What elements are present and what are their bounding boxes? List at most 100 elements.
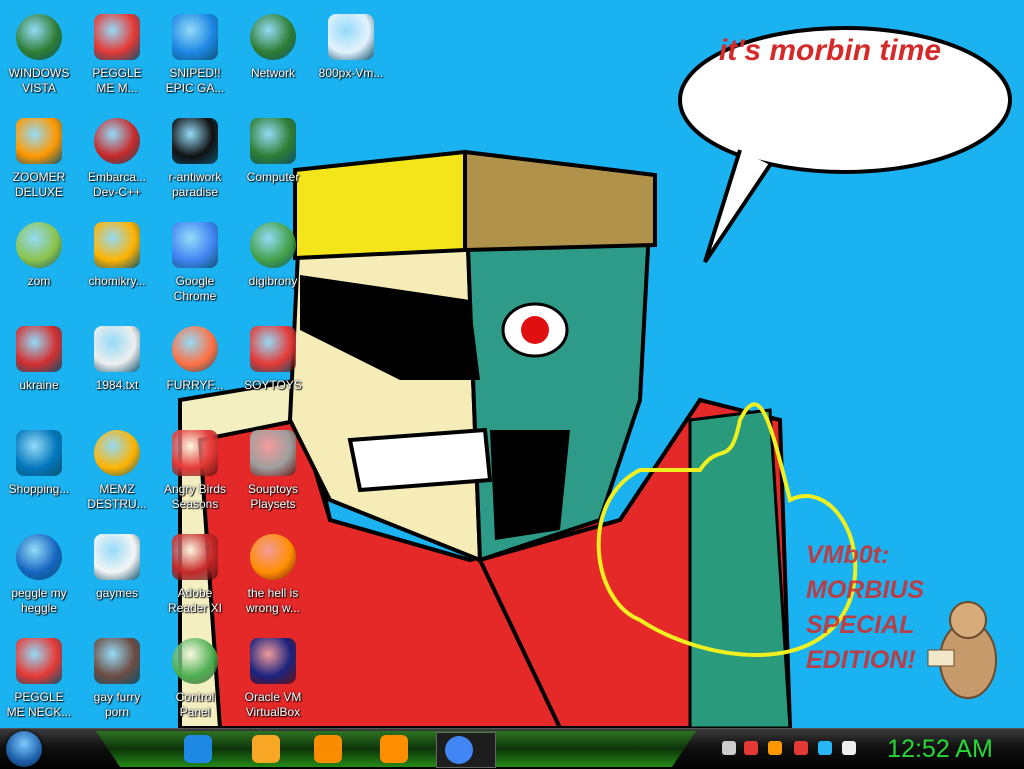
- caption-line: EDITION!: [806, 646, 916, 674]
- desktop-shortcut[interactable]: Shopping...: [0, 424, 78, 524]
- desktop-shortcut[interactable]: Control Panel: [156, 632, 234, 732]
- virtualbox-icon: [250, 638, 296, 684]
- desktop-shortcut[interactable]: Angry Birds Seasons: [156, 424, 234, 524]
- antivirus-tray-icon[interactable]: [744, 741, 758, 755]
- desktop-shortcut[interactable]: r-antiwork paradise: [156, 112, 234, 212]
- desktop-shortcut[interactable]: Adobe Reader XI: [156, 528, 234, 628]
- desktop-shortcut[interactable]: 800px-Vm...: [312, 8, 390, 108]
- taskbar-button[interactable]: [176, 732, 220, 766]
- network-icon: [250, 14, 296, 60]
- chomikry-shortcut-icon: [94, 222, 140, 268]
- desktop-shortcut[interactable]: FURRYF...: [156, 320, 234, 420]
- desktop-shortcut[interactable]: gay furry porn: [78, 632, 156, 732]
- desktop-shortcut[interactable]: ukraine: [0, 320, 78, 420]
- desktop-shortcut[interactable]: digibrony: [234, 216, 312, 316]
- desktop-shortcut[interactable]: Computer: [234, 112, 312, 212]
- desktop-shortcut-label: Embarca... Dev-C++: [78, 170, 156, 200]
- label-line: 1984.txt: [95, 378, 139, 392]
- desktop-shortcut[interactable]: gaymes: [78, 528, 156, 628]
- zom-icon: [16, 222, 62, 268]
- sniped-skype-icon: [172, 14, 218, 60]
- desktop-shortcut[interactable]: 1984.txt: [78, 320, 156, 420]
- label-line: Oracle VM: [244, 690, 302, 704]
- media-tray-icon[interactable]: [842, 741, 856, 755]
- desktop-shortcut-label: the hell is wrong w...: [234, 586, 312, 616]
- label-line: Computer: [246, 170, 300, 184]
- desktop-shortcut[interactable]: the hell is wrong w...: [234, 528, 312, 628]
- peggle-heggle-icon: [16, 534, 62, 580]
- label-line: Embarca...: [87, 170, 147, 184]
- label-line: Dev-C++: [92, 185, 142, 199]
- desktop-shortcut[interactable]: ZOOMER DELUXE: [0, 112, 78, 212]
- media-player-icon: [314, 735, 342, 763]
- r-antiwork-icon: [172, 118, 218, 164]
- clock[interactable]: 12:52 AM: [870, 734, 1010, 764]
- uc-browser-icon: [250, 534, 296, 580]
- taskbar-button[interactable]: [244, 732, 288, 766]
- desktop-shortcut-label: ZOOMER DELUXE: [0, 170, 78, 200]
- desktop-shortcut[interactable]: Network: [234, 8, 312, 108]
- taskbar-button[interactable]: [306, 732, 350, 766]
- desktop-shortcut[interactable]: peggle my heggle: [0, 528, 78, 628]
- firefox-icon: [172, 326, 218, 372]
- desktop-shortcut[interactable]: Embarca... Dev-C++: [78, 112, 156, 212]
- desktop-shortcut-label: Angry Birds Seasons: [156, 482, 234, 512]
- taskbar: 12:52 AM: [0, 728, 1024, 769]
- start-button[interactable]: [6, 731, 42, 767]
- desktop-shortcut-label: SOYTOYS: [234, 378, 312, 393]
- label-line: peggle my: [11, 586, 67, 600]
- desktop-shortcut-label: Adobe Reader XI: [156, 586, 234, 616]
- desktop-shortcut-label: SNIPED!! EPIC GA...: [156, 66, 234, 96]
- desktop-shortcut[interactable]: WINDOWS VISTA: [0, 8, 78, 108]
- label-line: Control: [175, 690, 215, 704]
- desktop-shortcut-label: Network: [234, 66, 312, 81]
- label-line: digibrony: [248, 274, 298, 288]
- computer-icon: [250, 118, 296, 164]
- desktop-shortcut-label: digibrony: [234, 274, 312, 289]
- peggle-neck-icon: [16, 638, 62, 684]
- desktop-shortcut[interactable]: Oracle VM VirtualBox: [234, 632, 312, 732]
- label-line: gaymes: [95, 586, 139, 600]
- label-line: heggle: [20, 601, 58, 615]
- network-tray-icon[interactable]: [722, 741, 736, 755]
- desktop-shortcut[interactable]: PEGGLE ME NECK...: [0, 632, 78, 732]
- desktop-shortcut[interactable]: Google Chrome: [156, 216, 234, 316]
- desktop-shortcut-label: PEGGLE ME NECK...: [0, 690, 78, 720]
- desktop-shortcut[interactable]: chomikry...: [78, 216, 156, 316]
- label-line: Chrome: [173, 289, 217, 303]
- label-line: Panel: [179, 705, 211, 719]
- desktop-shortcut[interactable]: Souptoys Playsets: [234, 424, 312, 524]
- desktop-shortcut-label: gay furry porn: [78, 690, 156, 720]
- uc-browser-icon: [380, 735, 408, 763]
- google-chrome-icon: [445, 736, 473, 764]
- taskbar-button[interactable]: [372, 732, 416, 766]
- search-tray-icon[interactable]: [768, 741, 782, 755]
- desktop-shortcut[interactable]: zom: [0, 216, 78, 316]
- label-line: Network: [250, 66, 295, 80]
- taskbar-button[interactable]: [436, 732, 496, 768]
- flag-tray-icon[interactable]: [794, 741, 808, 755]
- file-explorer-icon: [252, 735, 280, 763]
- desktop-shortcut-label: Control Panel: [156, 690, 234, 720]
- caption-line: VMb0t:: [806, 541, 890, 569]
- monitor-tray-icon[interactable]: [818, 741, 832, 755]
- desktop-shortcut[interactable]: MEMZ DESTRU...: [78, 424, 156, 524]
- label-line: r-antiwork: [168, 170, 222, 184]
- caption-line: MORBIUS: [806, 576, 925, 604]
- desktop-shortcut[interactable]: SNIPED!! EPIC GA...: [156, 8, 234, 108]
- desktop-shortcut-label: PEGGLE ME M...: [78, 66, 156, 96]
- label-line: Angry Birds: [163, 482, 227, 496]
- desktop-shortcut[interactable]: PEGGLE ME M...: [78, 8, 156, 108]
- vmbot-image-icon: [328, 14, 374, 60]
- digibrony-icon: [250, 222, 296, 268]
- label-line: Souptoys: [247, 482, 299, 496]
- desktop-shortcut-label: FURRYF...: [156, 378, 234, 393]
- label-line: zom: [27, 274, 51, 288]
- label-line: the hell is: [247, 586, 299, 600]
- label-line: WINDOWS: [8, 66, 70, 80]
- desktop-shortcut[interactable]: SOYTOYS: [234, 320, 312, 420]
- desktop-shortcut-label: 800px-Vm...: [312, 66, 390, 81]
- label-line: DELUXE: [14, 185, 64, 199]
- desktop-shortcut-label: Oracle VM VirtualBox: [234, 690, 312, 720]
- label-line: SOYTOYS: [244, 378, 302, 392]
